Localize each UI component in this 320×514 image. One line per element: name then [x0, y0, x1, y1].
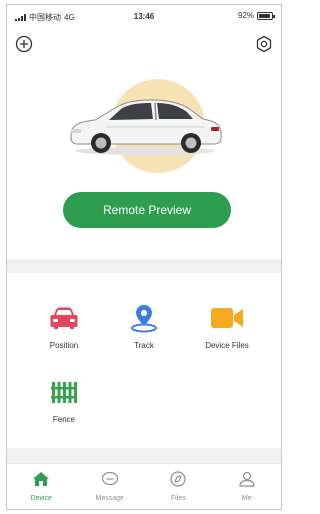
car-illustration — [70, 99, 222, 155]
car-icon — [46, 303, 82, 333]
status-bar: 中国移动 4G 13:46 92% — [7, 5, 281, 27]
battery-icon — [257, 11, 275, 20]
tab-label: Device — [30, 495, 52, 502]
feature-device-files[interactable]: Device Files — [187, 303, 267, 350]
compass-icon — [169, 471, 187, 492]
fence-icon — [46, 377, 82, 407]
app-screen: 中国移动 4G 13:46 92% Remote Preview Positio… — [6, 4, 282, 510]
feature-label: Track — [134, 341, 154, 350]
tab-bar: Device Message Files Me — [7, 463, 281, 509]
tab-label: Me — [241, 495, 252, 502]
feature-fence[interactable]: Fence — [24, 377, 104, 424]
home-icon — [32, 471, 50, 492]
tab-files[interactable]: Files — [144, 464, 213, 509]
tab-label: Files — [170, 495, 186, 502]
section-divider — [7, 259, 281, 273]
feature-label: Position — [49, 341, 79, 350]
message-icon — [101, 471, 119, 492]
gear-icon[interactable] — [255, 35, 273, 53]
section-divider — [7, 448, 281, 464]
tab-message[interactable]: Message — [76, 464, 145, 509]
tab-device[interactable]: Device — [7, 464, 76, 509]
user-icon — [238, 471, 256, 492]
video-camera-icon — [209, 303, 245, 333]
car-hero — [7, 67, 281, 177]
feature-label: Fence — [52, 415, 76, 424]
plus-circle-icon[interactable] — [15, 35, 33, 53]
feature-track[interactable]: Track — [104, 303, 184, 350]
map-pin-icon — [126, 303, 162, 333]
feature-position[interactable]: Position — [24, 303, 104, 350]
battery-fill — [259, 13, 271, 18]
feature-label: Device Files — [205, 341, 249, 350]
status-right: 92% — [237, 11, 275, 20]
remote-preview-button[interactable]: Remote Preview — [63, 192, 231, 228]
tab-me[interactable]: Me — [213, 464, 282, 509]
tab-label: Message — [95, 495, 124, 502]
battery-percent: 92% — [237, 11, 254, 20]
